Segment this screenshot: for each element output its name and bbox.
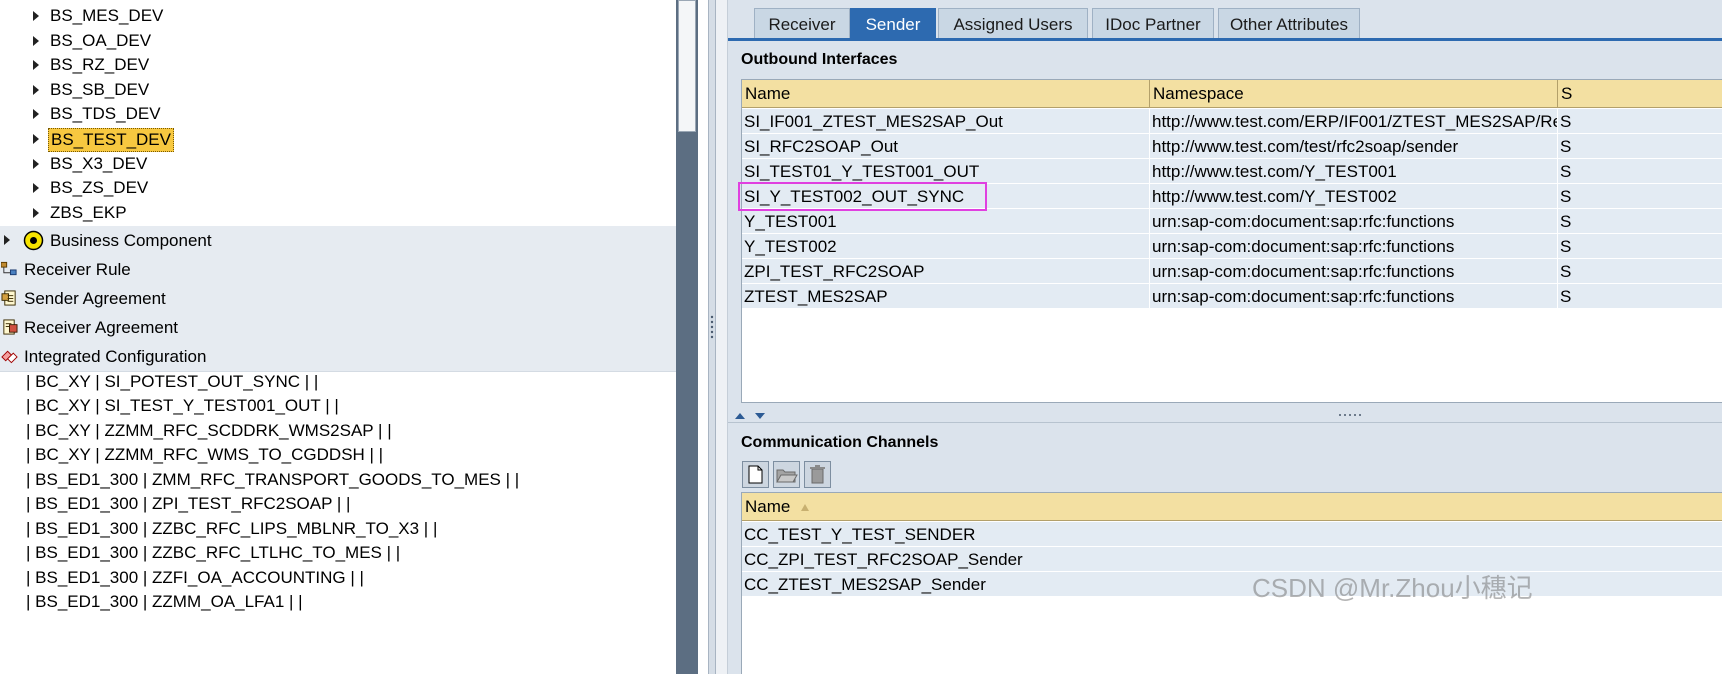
cell-name: SI_IF001_ZTEST_MES2SAP_Out — [742, 109, 1150, 134]
tab-receiver[interactable]: Receiver — [754, 8, 850, 39]
list-item[interactable]: | BC_XY | SI_TEST_Y_TEST001_OUT | | — [26, 393, 339, 418]
new-icon — [748, 465, 763, 484]
expand-arrow-icon[interactable] — [4, 235, 10, 245]
tree-node-receiver-rule[interactable]: Receiver Rule — [0, 255, 676, 285]
table-row[interactable]: CC_ZPI_TEST_RFC2SOAP_Sender — [742, 547, 1722, 572]
column-header-s[interactable]: S — [1558, 80, 1722, 108]
detail-pane: Receiver Sender Assigned Users IDoc Part… — [728, 0, 1722, 674]
cell-s: S — [1558, 109, 1722, 134]
right-pane-border — [716, 0, 728, 674]
scrollbar-thumb[interactable] — [678, 0, 696, 132]
cell-name: Y_TEST001 — [742, 209, 1150, 234]
tree-node-sender-agreement[interactable]: Sender Agreement — [0, 284, 676, 314]
pane-gap — [698, 0, 708, 674]
cell-name: SI_TEST01_Y_TEST001_OUT — [742, 159, 1150, 184]
expand-arrow-icon[interactable] — [33, 109, 39, 119]
cell-namespace: urn:sap-com:document:sap:rfc:functions — [1150, 259, 1558, 284]
tab-sender[interactable]: Sender — [850, 8, 936, 39]
cell-namespace: urn:sap-com:document:sap:rfc:functions — [1150, 234, 1558, 259]
cell-s: S — [1558, 284, 1722, 309]
expand-arrow-icon[interactable] — [33, 36, 39, 46]
table-row[interactable]: CC_ZTEST_MES2SAP_Sender — [742, 572, 1722, 597]
expand-arrow-icon[interactable] — [33, 11, 39, 21]
resize-grip-icon[interactable] — [1338, 413, 1364, 417]
cell-name: ZTEST_MES2SAP — [742, 284, 1150, 309]
new-button[interactable] — [742, 461, 769, 488]
navigation-tree: BS_MES_DEV BS_OA_DEV BS_RZ_DEV BS_SB_DEV… — [0, 0, 676, 674]
splitter-grip-icon[interactable] — [709, 315, 715, 339]
cell-name: Y_TEST002 — [742, 234, 1150, 259]
integrated-configuration-icon — [1, 350, 18, 364]
list-item[interactable]: | BS_ED1_300 | ZPI_TEST_RFC2SOAP | | — [26, 491, 350, 516]
cell-namespace: http://www.test.com/Y_TEST002 — [1150, 184, 1558, 209]
sender-agreement-icon — [1, 290, 16, 306]
receiver-rule-icon — [1, 261, 17, 276]
tab-other-attributes[interactable]: Other Attributes — [1218, 8, 1360, 39]
outbound-interfaces-title: Outbound Interfaces — [741, 51, 898, 68]
tab-assigned-users[interactable]: Assigned Users — [938, 8, 1088, 39]
selected-node-label: BS_TEST_DEV — [48, 128, 174, 152]
cell-namespace: urn:sap-com:document:sap:rfc:functions — [1150, 284, 1558, 309]
delete-button[interactable] — [804, 461, 831, 488]
cell-name: ZPI_TEST_RFC2SOAP — [742, 259, 1150, 284]
list-item[interactable]: | BC_XY | ZZMM_RFC_WMS_TO_CGDDSH | | — [26, 442, 383, 467]
list-item[interactable]: | BS_ED1_300 | ZMM_RFC_TRANSPORT_GOODS_T… — [26, 467, 519, 492]
list-item[interactable]: | BS_ED1_300 | ZZBC_RFC_LIPS_MBLNR_TO_X3… — [26, 516, 437, 541]
expand-arrow-icon[interactable] — [33, 60, 39, 70]
communication-channels-table: Name CC_TEST_Y_TEST_SENDER CC_ZPI_TEST_R… — [741, 492, 1722, 674]
expand-arrow-icon[interactable] — [33, 159, 39, 169]
list-item[interactable]: | BS_ED1_300 | ZZBC_RFC_LTLHC_TO_MES | | — [26, 540, 400, 565]
cell-namespace: urn:sap-com:document:sap:rfc:functions — [1150, 209, 1558, 234]
tree-node-receiver-agreement[interactable]: Receiver Agreement — [0, 313, 676, 343]
outbound-interfaces-table: Name Namespace S SI_IF001_ZTEST_MES2SAP_… — [741, 79, 1722, 403]
cell-s: S — [1558, 159, 1722, 184]
cell-namespace: http://www.test.com/Y_TEST001 — [1150, 159, 1558, 184]
business-component-icon — [23, 230, 44, 251]
expand-arrow-icon[interactable] — [33, 85, 39, 95]
watermark: CSDN @Mr.Zhou小穗记 — [1252, 573, 1533, 603]
tree-node-business-component[interactable]: Business Component — [0, 226, 676, 256]
list-item[interactable]: | BS_ED1_300 | ZZFI_OA_ACCOUNTING | | — [26, 565, 364, 590]
tab-underline — [728, 38, 1722, 41]
highlight-box — [738, 182, 987, 211]
cell-namespace: http://www.test.com/ERP/IF001/ZTEST_MES2… — [1150, 109, 1558, 134]
receiver-agreement-icon — [3, 319, 18, 335]
tab-idoc-partner[interactable]: IDoc Partner — [1092, 8, 1214, 39]
open-folder-icon — [776, 469, 798, 483]
open-button[interactable] — [773, 461, 800, 488]
cell-s: S — [1558, 234, 1722, 259]
column-header-name[interactable]: Name — [742, 493, 1722, 521]
table-row[interactable]: CC_TEST_Y_TEST_SENDER — [742, 522, 1722, 547]
cell-name: SI_RFC2SOAP_Out — [742, 134, 1150, 159]
expand-arrow-icon[interactable] — [33, 134, 39, 144]
list-item[interactable]: | BC_XY | ZZMM_RFC_SCDDRK_WMS2SAP | | — [26, 418, 392, 443]
cell-namespace: http://www.test.com/test/rfc2soap/sender — [1150, 134, 1558, 159]
expand-arrow-icon[interactable] — [33, 208, 39, 218]
list-item[interactable]: | BS_ED1_300 | ZZMM_OA_LFA1 | | — [26, 589, 303, 614]
expand-arrow-icon[interactable] — [33, 183, 39, 193]
sort-ascending-icon[interactable] — [800, 503, 810, 512]
collapse-arrows-icon[interactable] — [734, 411, 772, 421]
cell-s: S — [1558, 134, 1722, 159]
section-resizer[interactable] — [728, 408, 1722, 423]
list-item[interactable]: | BC_XY | SI_POTEST_OUT_SYNC | | — [26, 369, 318, 394]
column-header-namespace[interactable]: Namespace — [1150, 80, 1558, 108]
cell-s: S — [1558, 209, 1722, 234]
trash-icon — [810, 465, 825, 484]
column-header-name[interactable]: Name — [742, 80, 1150, 108]
tree-node-integrated-configuration[interactable]: Integrated Configuration — [0, 342, 676, 372]
cell-s: S — [1558, 184, 1722, 209]
cell-s: S — [1558, 259, 1722, 284]
communication-channels-title: Communication Channels — [741, 434, 939, 451]
